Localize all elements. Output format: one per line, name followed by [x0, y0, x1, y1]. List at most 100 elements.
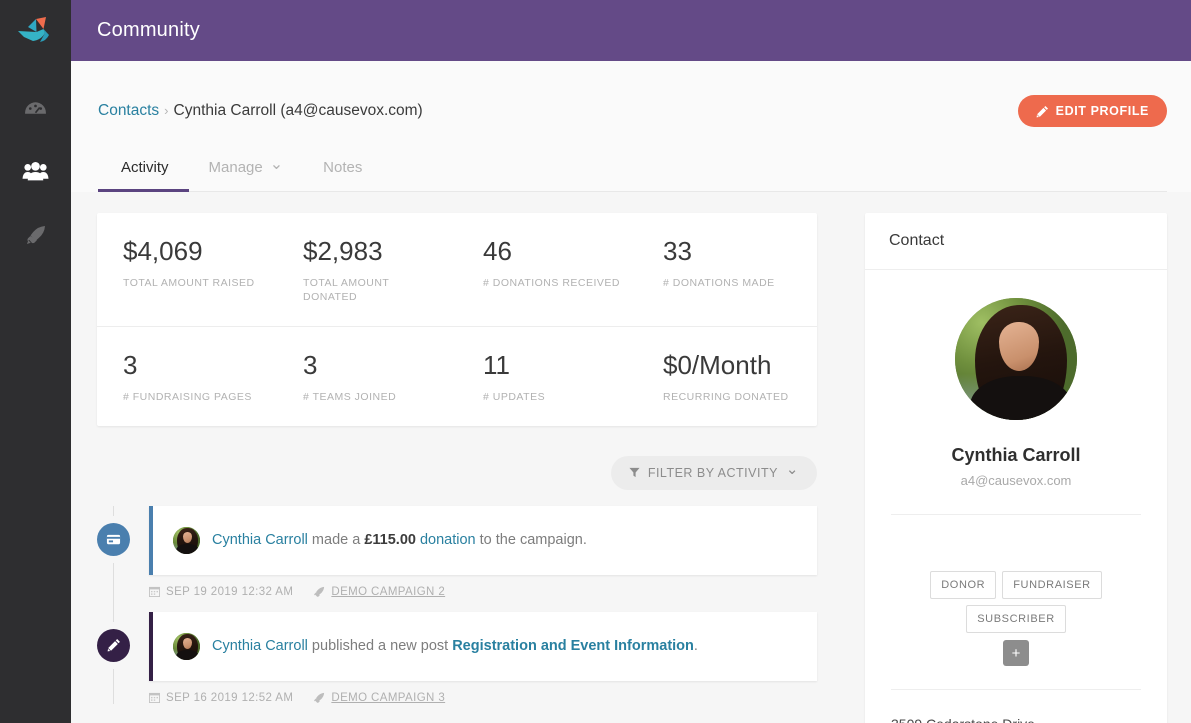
page-content: Contacts › Cynthia Carroll (a4@causevox.co… [71, 61, 1191, 723]
tab-notes-label: Notes [323, 159, 363, 176]
stat-donations-made: 33 # DONATIONS MADE [637, 213, 817, 326]
contact-address-section: 3509 Cedarstone Drive Toledo Ohio 43613 … [891, 689, 1141, 723]
stat-donations-received: 46 # DONATIONS RECEIVED [457, 213, 637, 326]
activity-item: Cynthia Carroll published a new post Reg… [97, 611, 817, 704]
stat-label: # UPDATES [483, 390, 546, 403]
breadcrumb-separator: › [164, 103, 169, 118]
activity-meta: SEP 16 2019 12:52 AM DEMO CAMPAIGN 3 [149, 692, 817, 704]
activity-card: Cynthia Carroll published a new post Reg… [149, 611, 817, 681]
app-root: Community Contacts › Cynthia Carroll (a4@c… [0, 0, 1191, 723]
sidebar-item-campaigns[interactable] [0, 203, 71, 267]
contact-portrait-icon [173, 632, 200, 660]
contact-tags-section: DONOR FUNDRAISER SUBSCRIBER + [891, 514, 1141, 666]
contact-panel-body: Cynthia Carroll a4@causevox.com DONOR FU… [865, 270, 1167, 723]
activity-object-link[interactable]: donation [420, 532, 476, 548]
contact-column: Contact Cynthia Carroll a4@causevox.com [817, 213, 1168, 723]
filter-by-activity-button[interactable]: FILTER BY ACTIVITY ⌄ [610, 455, 817, 490]
stat-label: # FUNDRAISING PAGES [123, 390, 252, 403]
calendar-icon [149, 693, 160, 704]
contact-tags: DONOR FUNDRAISER SUBSCRIBER [891, 571, 1141, 633]
tab-bar: Activity Manage ⌄ Notes [98, 156, 1167, 192]
contact-panel: Contact Cynthia Carroll a4@causevox.com [865, 213, 1167, 723]
activity-text-after: . [693, 637, 698, 654]
activity-actor-link[interactable]: Cynthia Carroll [212, 532, 308, 548]
activity-object-link[interactable]: Registration and Event Information [452, 638, 694, 654]
stats-row-1: $4,069 TOTAL AMOUNT RAISED $2,983 TOTAL … [97, 213, 817, 326]
activity-card: Cynthia Carroll made a £115.00 donation … [149, 505, 817, 575]
sidebar-item-community[interactable] [0, 139, 71, 203]
edit-profile-label: EDIT PROFILE [1055, 104, 1149, 118]
tab-activity-label: Activity [121, 159, 169, 176]
stat-value: 46 [483, 236, 512, 266]
activity-column: $4,069 TOTAL AMOUNT RAISED $2,983 TOTAL … [97, 213, 817, 723]
activity-campaign-link[interactable]: DEMO CAMPAIGN 3 [331, 692, 445, 704]
stat-value: $2,983 [303, 236, 383, 266]
funnel-icon [629, 468, 640, 478]
activity-campaign-link[interactable]: DEMO CAMPAIGN 2 [331, 586, 445, 598]
stat-value: 33 [663, 236, 692, 266]
contact-panel-title: Contact [865, 213, 1167, 270]
stat-value: $4,069 [123, 236, 203, 266]
activity-text: Cynthia Carroll made a £115.00 donation … [212, 531, 587, 550]
pencil-icon [1036, 105, 1048, 117]
activity-feed: Cynthia Carroll made a £115.00 donation … [97, 505, 817, 704]
stat-label: TOTAL AMOUNT DONATED [303, 276, 390, 303]
address-line-1: 3509 Cedarstone Drive [891, 714, 1141, 723]
tab-manage-label: Manage [208, 159, 263, 176]
stat-fundraising-pages: 3 # FUNDRAISING PAGES [97, 327, 277, 426]
tab-activity[interactable]: Activity [98, 159, 189, 192]
avatar [955, 298, 1077, 420]
activity-date-label: SEP 16 2019 12:52 AM [166, 691, 294, 704]
contact-portrait-icon [173, 526, 200, 554]
stat-label: # TEAMS JOINED [303, 390, 397, 403]
activity-text: Cynthia Carroll published a new post Reg… [212, 637, 698, 656]
stat-value: 3 [123, 349, 138, 380]
activity-date-label: SEP 19 2019 12:32 AM [166, 585, 294, 598]
activity-date: SEP 19 2019 12:32 AM [149, 586, 293, 598]
page-header: Contacts › Cynthia Carroll (a4@causevox.co… [71, 61, 1191, 192]
tab-notes[interactable]: Notes [303, 159, 382, 192]
contact-name: Cynthia Carroll [951, 445, 1081, 465]
origami-crane-logo-icon [17, 16, 49, 42]
credit-card-icon [106, 534, 121, 544]
stat-label: TOTAL AMOUNT RAISED [123, 276, 255, 289]
sidebar-item-dashboard[interactable] [0, 75, 71, 139]
tag-fundraiser[interactable]: FUNDRAISER [1002, 571, 1102, 599]
add-tag-button[interactable]: + [1003, 640, 1029, 666]
tag-donor[interactable]: DONOR [930, 571, 997, 599]
filter-row: FILTER BY ACTIVITY ⌄ [97, 455, 817, 490]
rocket-icon [314, 586, 325, 597]
activity-text-after: to the campaign. [475, 531, 587, 548]
page-body: $4,069 TOTAL AMOUNT RAISED $2,983 TOTAL … [71, 192, 1191, 723]
activity-text-before: made a [307, 531, 365, 548]
app-logo[interactable] [0, 0, 71, 61]
stat-label: # DONATIONS RECEIVED [483, 276, 620, 289]
filter-label: FILTER BY ACTIVITY [647, 465, 778, 480]
people-icon [22, 161, 49, 180]
activity-meta: SEP 19 2019 12:32 AM DEMO CAMPAIGN 2 [149, 586, 817, 598]
gauge-icon [25, 101, 46, 114]
stat-value: 3 [303, 349, 318, 380]
stat-value: 11 [483, 349, 510, 380]
activity-actor-link[interactable]: Cynthia Carroll [212, 638, 308, 654]
stat-total-amount-raised: $4,069 TOTAL AMOUNT RAISED [97, 213, 277, 326]
avatar [173, 526, 200, 554]
stat-value: $0/Month [663, 349, 772, 380]
rocket-icon [26, 226, 45, 244]
top-bar: Community [71, 0, 1191, 61]
breadcrumb: Contacts › Cynthia Carroll (a4@causevox.co… [98, 102, 423, 120]
activity-type-marker-post [97, 628, 130, 662]
stats-row-2: 3 # FUNDRAISING PAGES 3 # TEAMS JOINED 1… [97, 325, 817, 426]
avatar [173, 632, 200, 660]
stat-label: RECURRING DONATED [663, 390, 789, 403]
main-column: Community Contacts › Cynthia Carroll (a4@c… [71, 0, 1191, 723]
stat-recurring-donated: $0/Month RECURRING DONATED [637, 327, 817, 426]
breadcrumb-link-contacts[interactable]: Contacts [98, 102, 159, 119]
activity-text-before: published a new post [307, 637, 453, 654]
activity-amount: £115.00 [364, 531, 416, 548]
tab-manage[interactable]: Manage ⌄ [189, 156, 304, 192]
tag-subscriber[interactable]: SUBSCRIBER [966, 605, 1066, 633]
page-title: Community [97, 19, 200, 41]
breadcrumb-current: Cynthia Carroll (a4@causevox.com) [173, 102, 423, 119]
edit-profile-button[interactable]: EDIT PROFILE [1017, 95, 1167, 127]
